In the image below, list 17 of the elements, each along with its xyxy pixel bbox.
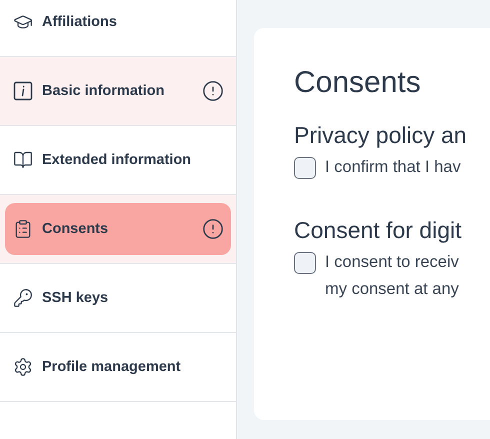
sidebar-item[interactable]: Consents bbox=[5, 203, 231, 255]
page-title: Consents bbox=[294, 66, 422, 100]
section-title: Privacy policy an bbox=[294, 122, 468, 149]
book-icon bbox=[13, 150, 33, 170]
clipboard-icon bbox=[13, 219, 33, 239]
key-icon bbox=[13, 288, 33, 308]
sidebar-item[interactable]: Profile management bbox=[5, 341, 231, 393]
consent-text: I consent to receiv my consent at any bbox=[325, 252, 459, 300]
info-icon bbox=[13, 81, 33, 101]
consent-text: I confirm that I hav bbox=[325, 157, 461, 178]
checkbox[interactable] bbox=[294, 157, 316, 179]
sidebar-item[interactable]: Affiliations bbox=[5, 0, 231, 48]
section-title: Consent for digit bbox=[294, 217, 462, 244]
settings-icon bbox=[13, 357, 33, 377]
sidebar-item[interactable]: Extended information bbox=[5, 134, 231, 186]
sidebar-item[interactable]: SSH keys bbox=[5, 272, 231, 324]
checkbox[interactable] bbox=[294, 252, 316, 274]
